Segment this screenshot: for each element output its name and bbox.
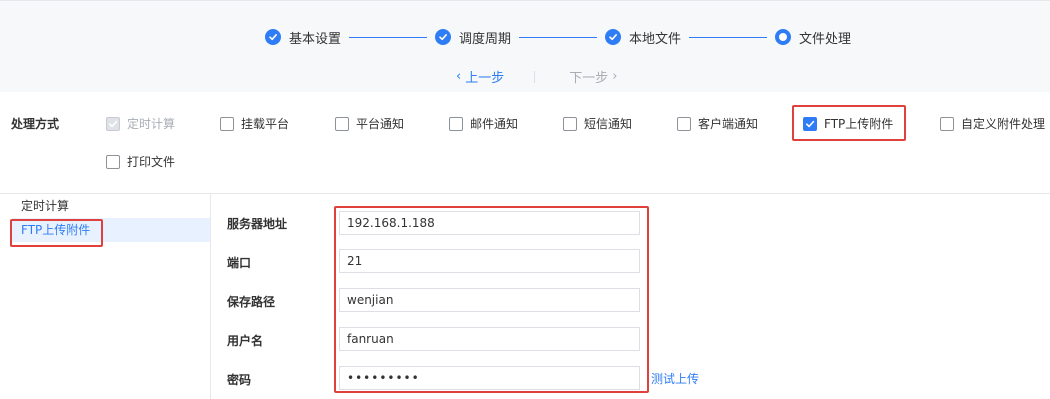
step-schedule[interactable]: 调度周期: [435, 28, 511, 47]
step-connector: [519, 36, 598, 38]
save-path-label: 保存路径: [227, 295, 276, 309]
highlight-box: [334, 206, 649, 393]
checkbox-icon[interactable]: [335, 116, 349, 131]
checkbox-icon[interactable]: [677, 116, 691, 131]
option-label: 邮件通知: [470, 117, 519, 131]
chevron-right-icon: ›: [612, 69, 618, 84]
checkbox-checked-icon[interactable]: [803, 116, 817, 131]
current-step-icon: [775, 29, 792, 45]
option-scheduled-calc: 定时计算: [106, 115, 175, 132]
option-sms-notify[interactable]: 短信通知: [563, 115, 632, 132]
checkbox-icon[interactable]: [449, 116, 463, 131]
checkbox-icon[interactable]: [106, 154, 120, 169]
test-upload-link[interactable]: 测试上传: [651, 370, 699, 387]
check-circle-icon: [605, 29, 622, 45]
password-label: 密码: [227, 373, 252, 387]
step-label: 文件处理: [799, 31, 852, 47]
wizard-header: 基本设置 调度周期 本地文件 文件处理 ‹ 上一步 下一步 ›: [0, 0, 1050, 92]
checkbox-checked-icon: [106, 116, 120, 131]
option-label: 定时计算: [127, 117, 176, 131]
step-file-processing[interactable]: 文件处理: [775, 28, 851, 47]
nav-divider: [534, 70, 536, 83]
option-client-notify[interactable]: 客户端通知: [677, 115, 758, 132]
option-label: FTP上传附件: [824, 117, 894, 131]
option-email-notify[interactable]: 邮件通知: [449, 115, 518, 132]
next-step-label: 下一步: [569, 71, 609, 86]
username-label: 用户名: [227, 334, 264, 348]
option-custom-attachment[interactable]: 自定义附件处理: [940, 115, 1045, 132]
checkbox-icon[interactable]: [940, 116, 954, 131]
port-label: 端口: [227, 256, 252, 270]
option-label: 平台通知: [356, 117, 405, 131]
checkbox-icon[interactable]: [563, 116, 577, 131]
step-label: 基本设置: [289, 31, 342, 47]
step-basic-settings[interactable]: 基本设置: [265, 28, 341, 47]
list-item-scheduled-calc[interactable]: 定时计算: [12, 194, 210, 218]
wizard-nav: ‹ 上一步 下一步 ›: [452, 67, 621, 86]
option-label: 挂载平台: [241, 117, 290, 131]
next-step-button[interactable]: 下一步 ›: [569, 67, 621, 86]
server-address-label: 服务器地址: [227, 217, 288, 231]
highlight-box: [10, 219, 103, 247]
prev-step-label: 上一步: [465, 71, 505, 86]
option-label: 客户端通知: [698, 117, 759, 131]
wizard-steps: 基本设置 调度周期 本地文件 文件处理: [265, 28, 851, 47]
option-label: 自定义附件处理: [961, 117, 1046, 131]
option-label: 短信通知: [584, 117, 633, 131]
step-connector: [689, 36, 768, 38]
prev-step-button[interactable]: ‹ 上一步: [452, 67, 504, 86]
check-circle-icon: [435, 29, 452, 45]
processing-mode-title: 处理方式: [11, 117, 60, 131]
chevron-left-icon: ‹: [456, 69, 462, 84]
step-label: 本地文件: [629, 31, 682, 47]
option-ftp-upload[interactable]: FTP上传附件: [803, 115, 893, 132]
step-connector: [349, 36, 428, 38]
checkbox-icon[interactable]: [220, 116, 234, 131]
option-label: 打印文件: [127, 155, 176, 169]
option-platform-notify[interactable]: 平台通知: [335, 115, 404, 132]
step-label: 调度周期: [459, 31, 512, 47]
step-local-file[interactable]: 本地文件: [605, 28, 681, 47]
check-circle-icon: [265, 29, 281, 45]
option-print-file[interactable]: 打印文件: [106, 153, 175, 170]
option-mount-platform[interactable]: 挂载平台: [220, 115, 289, 132]
